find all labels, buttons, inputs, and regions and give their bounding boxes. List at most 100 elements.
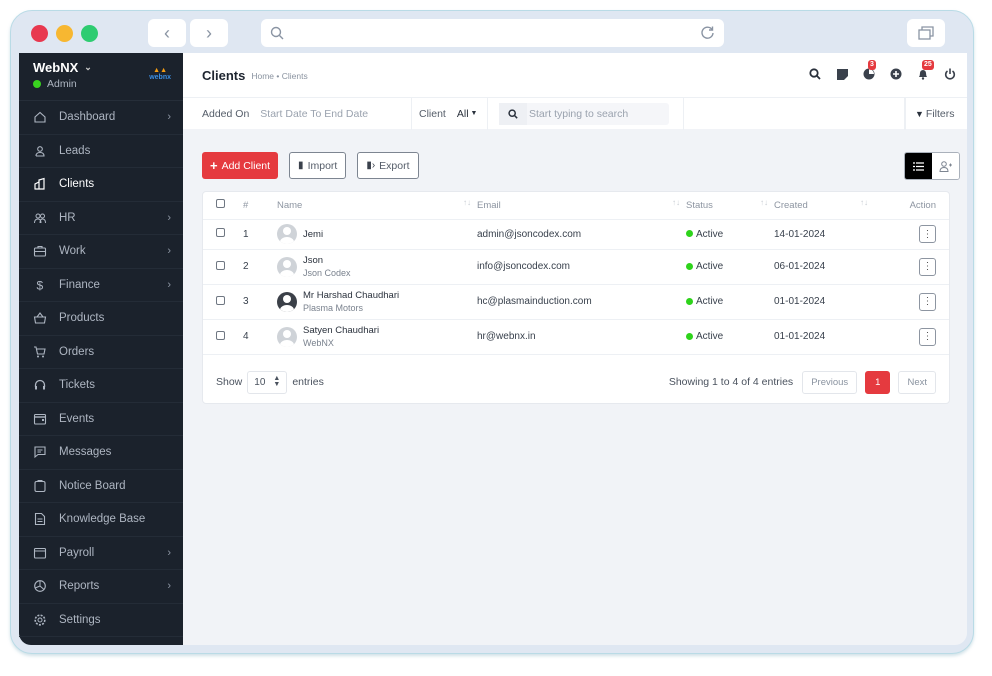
address-bar[interactable]: [261, 19, 724, 47]
more-vertical-icon: ⋮: [922, 228, 933, 240]
select-all-checkbox[interactable]: [216, 199, 225, 209]
more-vertical-icon: ⋮: [922, 261, 933, 272]
sidebar-item-messages[interactable]: Messages: [19, 436, 183, 470]
sidebar-item-events[interactable]: Events: [19, 403, 183, 436]
pie-chart-icon: [33, 579, 47, 593]
building-icon: [33, 177, 47, 191]
date-range-filter[interactable]: Added On Start Date To End Date: [183, 97, 412, 130]
row-checkbox[interactable]: [216, 330, 225, 340]
client-name-cell[interactable]: Json Json Codex: [277, 249, 477, 285]
add-client-button[interactable]: + Add Client: [202, 152, 279, 179]
chevron-right-icon: ›: [167, 211, 171, 224]
sidebar-item-label: Knowledge Base: [59, 513, 146, 526]
calendar-icon: [33, 412, 47, 426]
chevron-down-icon: ⌄: [84, 62, 92, 72]
sidebar: WebNX ⌄ Admin ▲▲ webnx Dashboard › Leads Clie…: [19, 53, 183, 645]
previous-page-button[interactable]: Previous: [802, 370, 858, 394]
status-badge: Active: [686, 284, 774, 320]
row-actions-button[interactable]: ⋮: [919, 257, 936, 276]
forward-button[interactable]: ›: [190, 19, 228, 47]
export-button[interactable]: ▮› Export: [357, 152, 419, 179]
sidebar-item-tickets[interactable]: Tickets: [19, 369, 183, 403]
status-badge: Active: [686, 319, 774, 355]
sidebar-item-orders[interactable]: Orders: [19, 336, 183, 369]
status-badge: Active: [686, 219, 774, 250]
list-view-button[interactable]: [905, 153, 932, 179]
breadcrumb[interactable]: Home • Clients: [251, 71, 307, 81]
row-checkbox[interactable]: [216, 228, 225, 237]
import-button[interactable]: ▮ Import: [289, 152, 347, 179]
page-1-button[interactable]: 1: [865, 370, 891, 394]
sticky-notes-button[interactable]: [835, 67, 849, 81]
client-email: admin@jsoncodex.com: [477, 219, 686, 250]
sidebar-item-work[interactable]: Work ›: [19, 235, 183, 269]
client-name-cell[interactable]: Mr Harshad Chaudhari Plasma Motors: [277, 284, 477, 320]
row-checkbox[interactable]: [216, 295, 225, 305]
timer-button[interactable]: 3: [862, 60, 876, 81]
sidebar-item-reports[interactable]: Reports ›: [19, 570, 183, 604]
users-icon: [33, 211, 47, 225]
search-icon: [809, 68, 821, 80]
logout-button[interactable]: [943, 67, 957, 81]
reload-icon[interactable]: [700, 25, 715, 40]
next-page-button[interactable]: Next: [898, 370, 936, 394]
user-role: Admin: [47, 78, 77, 90]
table-row: 4 Satyen Chaudhari WebNX hr@webnx.in Acti…: [203, 319, 949, 355]
power-icon: [944, 68, 956, 80]
file-import-icon: ▮: [298, 160, 304, 171]
clients-table: # Name ↑↓ Email ↑↓ Status ↑↓ Created ↑↓ Acti…: [203, 192, 949, 355]
wallet-icon: [33, 546, 47, 560]
sidebar-item-dashboard[interactable]: Dashboard ›: [19, 101, 183, 135]
search-input[interactable]: Start typing to search: [499, 102, 669, 125]
added-on-label: Added On: [202, 107, 250, 120]
search-icon: [508, 108, 518, 119]
sidebar-item-notice-board[interactable]: Notice Board: [19, 470, 183, 503]
notifications-button[interactable]: 25: [916, 60, 934, 81]
client-filter-value[interactable]: All: [457, 108, 469, 120]
search-placeholder: Start typing to search: [529, 107, 629, 120]
windows-icon: [918, 26, 934, 40]
close-window-button[interactable]: [31, 25, 48, 42]
column-header-email[interactable]: Email ↑↓: [477, 192, 686, 220]
maximize-window-button[interactable]: [81, 25, 98, 42]
sidebar-item-settings[interactable]: Settings: [19, 604, 183, 637]
sidebar-item-products[interactable]: Products: [19, 302, 183, 336]
client-email: hc@plasmainduction.com: [477, 284, 686, 320]
sidebar-item-label: Leads: [59, 144, 91, 157]
quick-add-button[interactable]: [889, 67, 903, 81]
card-view-button[interactable]: [932, 153, 959, 179]
column-header-created[interactable]: Created ↑↓: [774, 192, 874, 220]
search-button[interactable]: [808, 67, 822, 81]
sidebar-item-payroll[interactable]: Payroll ›: [19, 537, 183, 570]
back-button[interactable]: ‹: [148, 19, 186, 47]
created-date: 06-01-2024: [774, 249, 874, 285]
column-header-status[interactable]: Status ↑↓: [686, 192, 774, 220]
filters-button[interactable]: ▼ Filters: [905, 97, 967, 130]
sidebar-item-clients[interactable]: Clients: [19, 168, 183, 202]
filter-bar: Added On Start Date To End Date Client A…: [183, 97, 967, 130]
basket-icon: [33, 311, 47, 325]
client-company: Json Codex: [303, 268, 351, 278]
table-row: 2 Json Json Codex info@jsoncodex.com Acti…: [203, 249, 949, 285]
list-icon: [913, 161, 924, 171]
row-actions-button[interactable]: ⋮: [919, 327, 936, 346]
client-email: hr@webnx.in: [477, 319, 686, 355]
dollar-icon: $: [33, 278, 47, 292]
row-actions-button[interactable]: ⋮: [919, 292, 936, 311]
row-checkbox[interactable]: [216, 260, 225, 270]
page-size-select[interactable]: 10 ▲ ▼: [247, 370, 288, 394]
tabs-button[interactable]: [907, 19, 945, 47]
client-name-cell[interactable]: Satyen Chaudhari WebNX: [277, 319, 477, 355]
client-name-cell[interactable]: Jemi: [277, 219, 477, 250]
sidebar-item-leads[interactable]: Leads: [19, 135, 183, 168]
sidebar-item-knowledge-base[interactable]: Knowledge Base: [19, 503, 183, 537]
sidebar-item-finance[interactable]: $ Finance ›: [19, 269, 183, 302]
sidebar-item-hr[interactable]: HR ›: [19, 202, 183, 235]
client-filter[interactable]: Client All ▼: [412, 97, 488, 130]
minimize-window-button[interactable]: [56, 25, 73, 42]
column-header-name[interactable]: Name ↑↓: [277, 192, 477, 220]
plus-circle-icon: [890, 68, 902, 80]
date-range-input[interactable]: Start Date To End Date: [260, 108, 368, 120]
row-actions-button[interactable]: ⋮: [919, 225, 936, 243]
search-icon: [270, 26, 284, 40]
